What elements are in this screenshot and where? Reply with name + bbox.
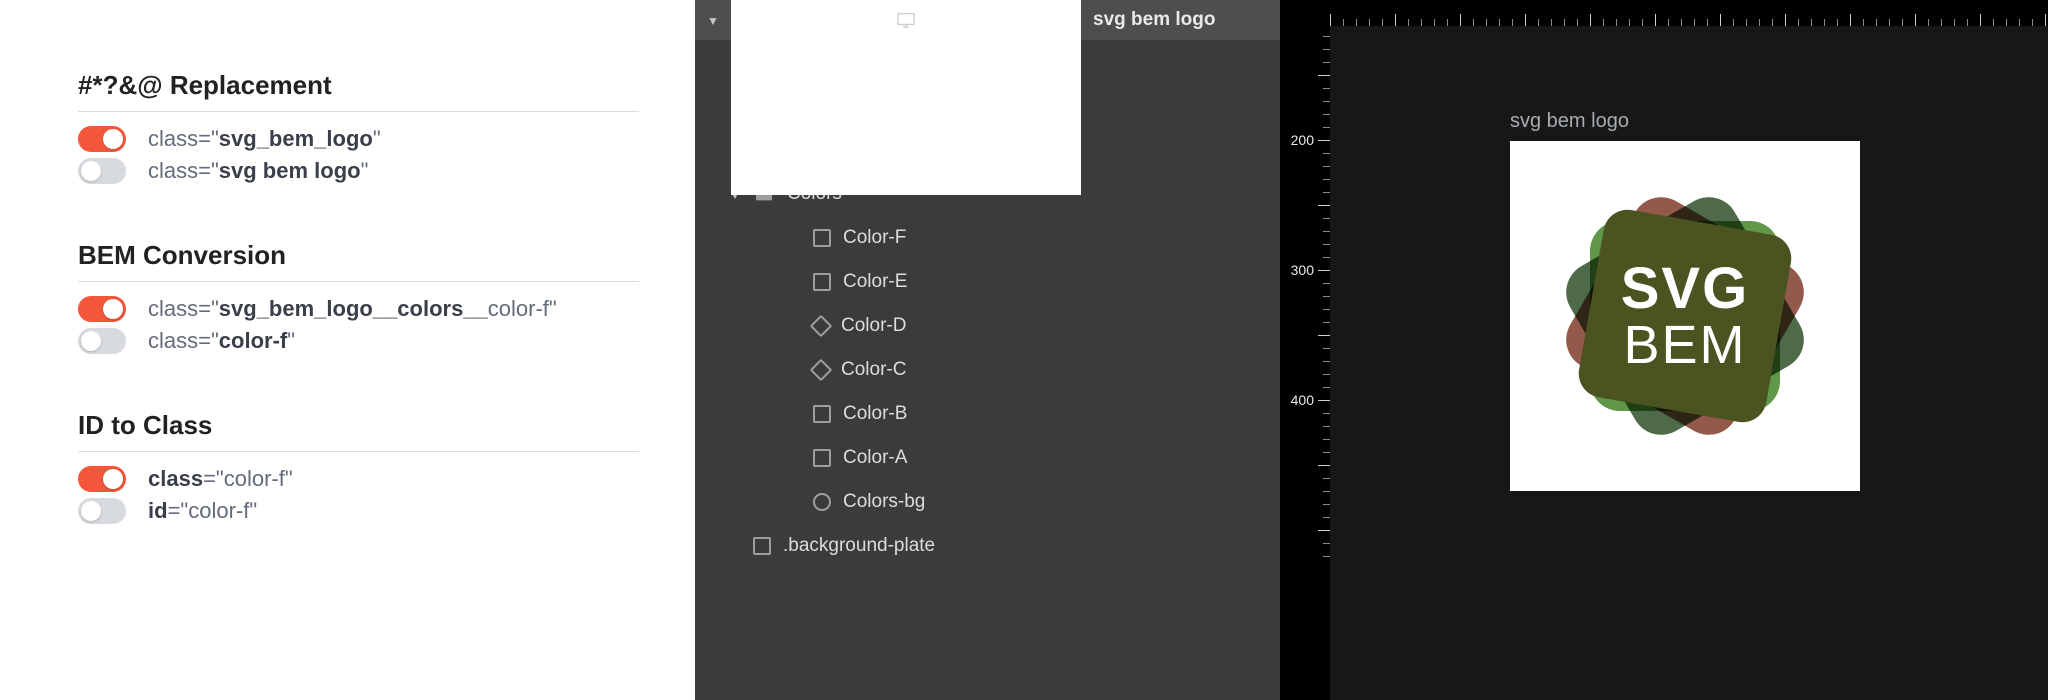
shape-rect-icon	[813, 405, 831, 423]
artboard[interactable]: SVG BEM	[1510, 141, 1860, 491]
shape-rect-icon	[813, 449, 831, 467]
layer-label: Color-F	[843, 227, 1280, 249]
shape-rect-icon	[813, 273, 831, 291]
ruler-number: 300	[1291, 262, 1314, 278]
shape-diamond-icon	[810, 359, 833, 382]
layer-item-colors-bg[interactable]: Colors-bg	[695, 480, 1280, 524]
layer-label: Color-A	[843, 447, 1280, 469]
ruler-number: 1	[1318, 0, 1326, 3]
canvas[interactable]: svg bem logo SVG BEM	[1330, 0, 2048, 700]
replacement-option-on: class="svg_bem_logo"	[78, 126, 639, 152]
shape-circle-icon	[813, 493, 831, 511]
logo-text: SVG BEM	[1555, 186, 1815, 446]
layer-label: Color-C	[841, 359, 1280, 381]
divider	[78, 451, 639, 452]
code-text: class="svg_bem_logo__colors__color-f"	[148, 296, 557, 322]
code-text: class="color-f"	[148, 466, 293, 492]
idtoclass-option-on: class="color-f"	[78, 466, 639, 492]
settings-panel: #*?&@ Replacement class="svg_bem_logo" c…	[0, 0, 695, 700]
artboard-label[interactable]: svg bem logo	[1510, 110, 1860, 133]
toggle-on[interactable]	[78, 296, 126, 322]
section-id-to-class: ID to Class class="color-f" id="color-f"	[78, 410, 639, 524]
layer-label: Color-E	[843, 271, 1280, 293]
vertical-ruler: 1 200 300 400	[1280, 0, 1330, 700]
toggle-off[interactable]	[78, 328, 126, 354]
logo-line2: BEM	[1623, 318, 1746, 372]
shape-diamond-icon	[810, 315, 833, 338]
layer-artboard-row[interactable]: svg bem logo	[695, 0, 1280, 40]
layer-item-color-b[interactable]: Color-B	[695, 392, 1280, 436]
layer-item-color-f[interactable]: Color-F	[695, 216, 1280, 260]
bem-option-off: class="color-f"	[78, 328, 639, 354]
layer-label: Color-B	[843, 403, 1280, 425]
artboard-group: svg bem logo SVG BEM	[1510, 110, 1860, 491]
toggle-off[interactable]	[78, 158, 126, 184]
horizontal-ruler	[1330, 0, 2048, 26]
layer-item-color-a[interactable]: Color-A	[695, 436, 1280, 480]
layer-label: svg bem logo	[1093, 9, 1268, 31]
section-bem-conversion: BEM Conversion class="svg_bem_logo__colo…	[78, 240, 639, 354]
section-replacement: #*?&@ Replacement class="svg_bem_logo" c…	[78, 70, 639, 184]
toggle-off[interactable]	[78, 498, 126, 524]
replacement-option-off: class="svg bem logo"	[78, 158, 639, 184]
section-title: #*?&@ Replacement	[78, 70, 639, 101]
layer-label: Colors-bg	[843, 491, 1280, 513]
layer-label: .background-plate	[783, 535, 1280, 557]
ruler-number: 400	[1291, 392, 1314, 408]
shape-rect-icon	[753, 537, 771, 555]
artboard-icon	[731, 0, 1081, 195]
shape-rect-icon	[813, 229, 831, 247]
logo-line1: SVG	[1621, 260, 1750, 318]
code-text: id="color-f"	[148, 498, 257, 524]
toggle-on[interactable]	[78, 466, 126, 492]
section-title: ID to Class	[78, 410, 639, 441]
bem-option-on: class="svg_bem_logo__colors__color-f"	[78, 296, 639, 322]
toggle-on[interactable]	[78, 126, 126, 152]
chevron-down-icon[interactable]	[707, 9, 719, 31]
code-text: class="svg_bem_logo"	[148, 126, 381, 152]
layer-item-color-c[interactable]: Color-C	[695, 348, 1280, 392]
layer-item-color-d[interactable]: Color-D	[695, 304, 1280, 348]
layer-label: Color-D	[841, 315, 1280, 337]
section-title: BEM Conversion	[78, 240, 639, 271]
layer-item-background-plate[interactable]: .background-plate	[695, 524, 1280, 568]
logo: SVG BEM	[1555, 186, 1815, 446]
ruler-number: 200	[1291, 132, 1314, 148]
code-text: class="color-f"	[148, 328, 295, 354]
code-text: class="svg bem logo"	[148, 158, 368, 184]
layer-item-color-e[interactable]: Color-E	[695, 260, 1280, 304]
idtoclass-option-off: id="color-f"	[78, 498, 639, 524]
divider	[78, 281, 639, 282]
divider	[78, 111, 639, 112]
layers-panel: svg bem logo Name BEM BEM SVG SVG Colors	[695, 0, 1280, 700]
